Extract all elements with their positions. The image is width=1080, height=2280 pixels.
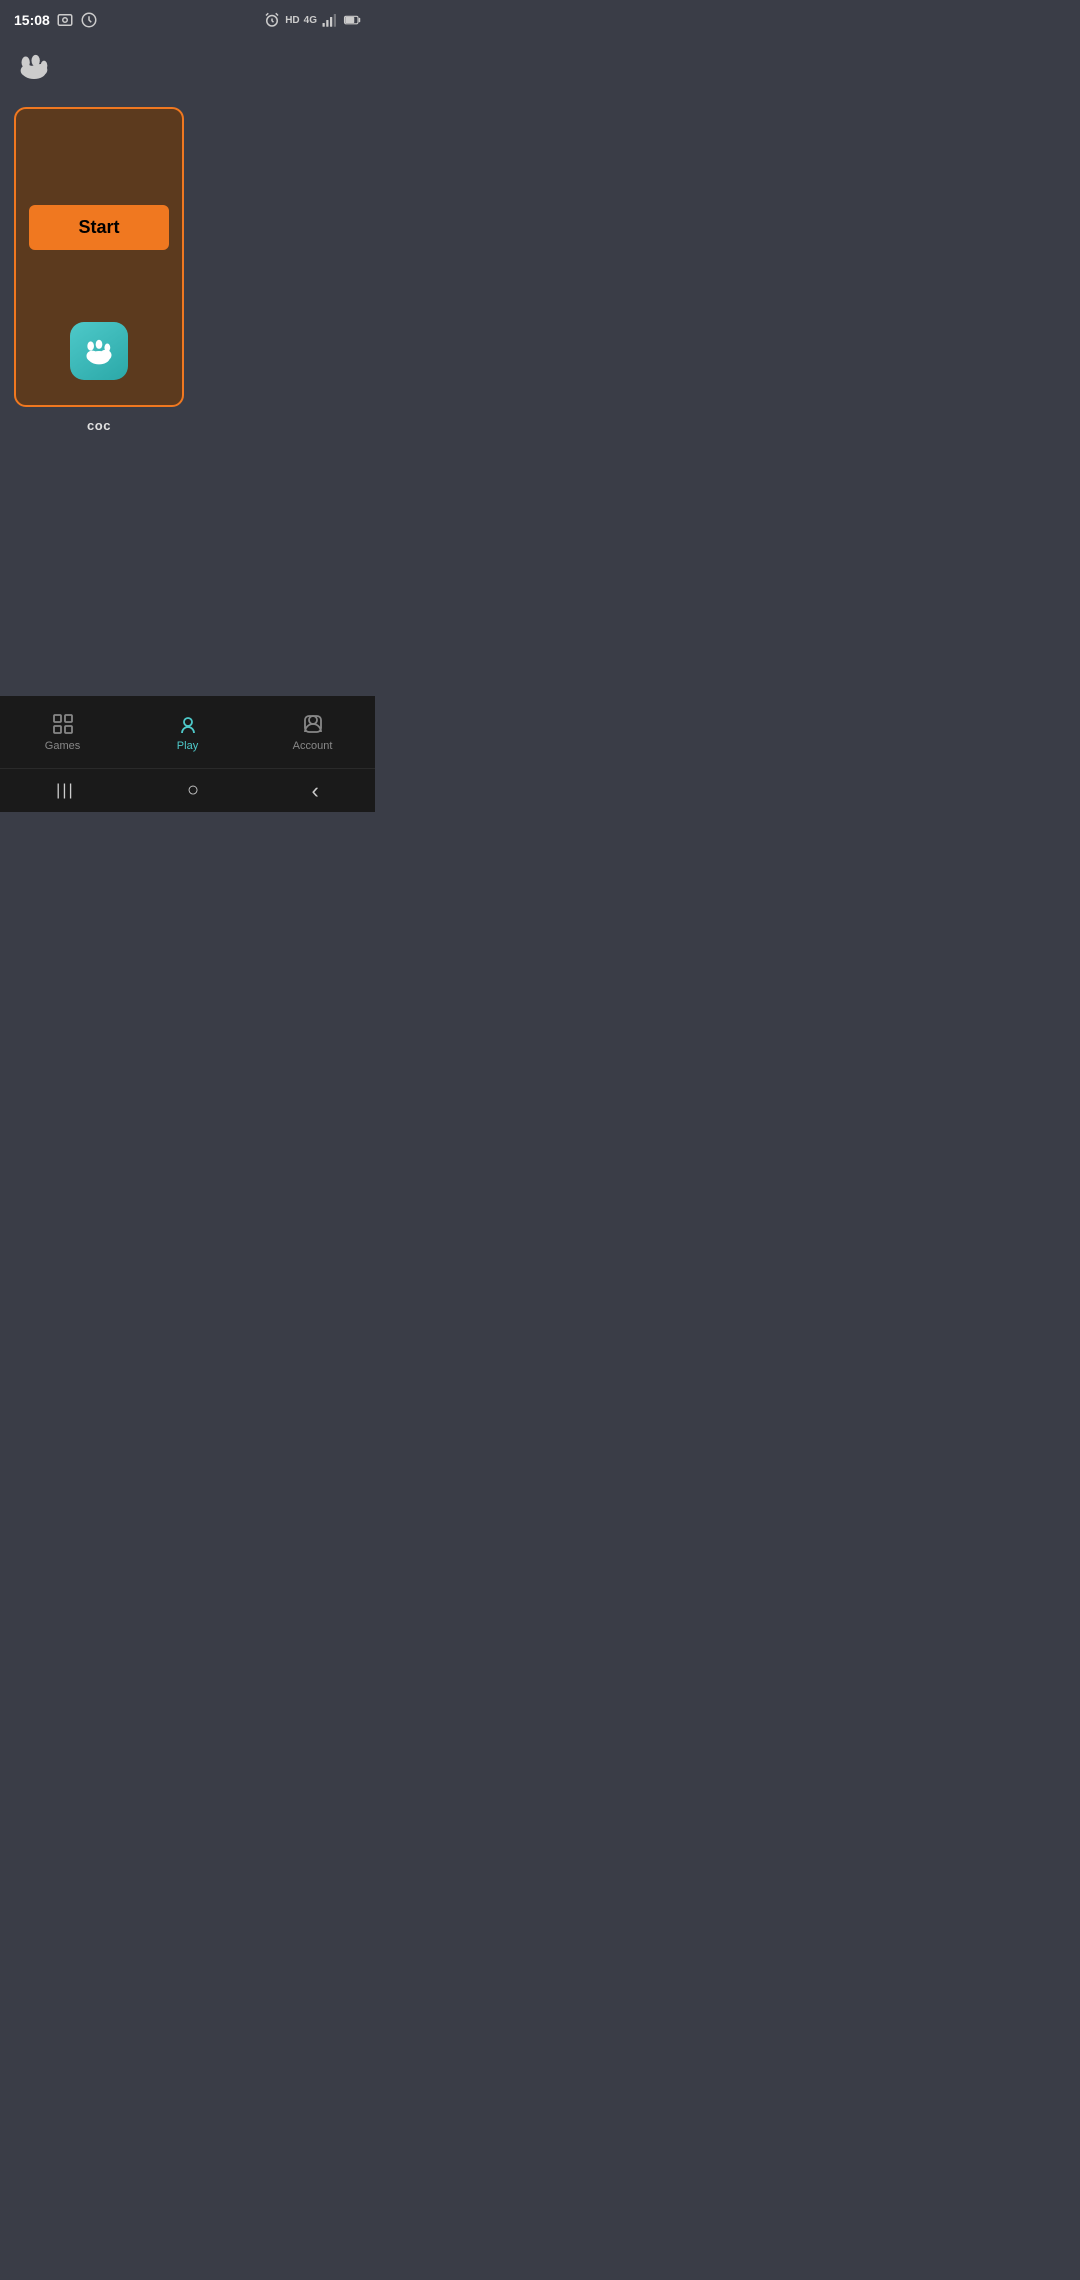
games-icon — [51, 712, 75, 736]
photo-icon — [56, 11, 74, 29]
paw-cloud-icon — [14, 44, 54, 84]
clock-icon — [80, 11, 98, 29]
nav-item-account[interactable]: Account — [250, 712, 375, 752]
signal-icon — [321, 11, 339, 29]
nav-label-games: Games — [45, 740, 80, 752]
top-logo-area — [0, 36, 375, 97]
back-button[interactable]: ‹ — [311, 778, 318, 804]
4g-label: 4G — [304, 15, 317, 26]
hd-label: HD — [285, 15, 299, 26]
game-icon-container: coc — [70, 322, 128, 433]
nav-label-play: Play — [177, 740, 198, 752]
recents-button[interactable]: ||| — [56, 782, 74, 800]
game-app-icon[interactable] — [70, 322, 128, 380]
game-label: coc — [87, 418, 111, 433]
game-card: Start coc — [14, 107, 184, 407]
system-nav: ||| ○ ‹ — [0, 768, 375, 812]
nav-item-games[interactable]: Games — [0, 712, 125, 752]
main-content: Start coc — [0, 97, 375, 696]
alarm-icon — [263, 11, 281, 29]
play-icon — [176, 712, 200, 736]
status-right: HD 4G — [263, 11, 361, 29]
battery-icon — [343, 11, 361, 29]
status-bar: 15:08 HD 4G — [0, 0, 375, 36]
nav-label-account: Account — [293, 740, 333, 752]
bottom-nav: Games Play Account — [0, 696, 375, 768]
paw-cloud-teal-icon — [79, 331, 119, 371]
nav-item-play[interactable]: Play — [125, 712, 250, 752]
home-button[interactable]: ○ — [187, 779, 199, 802]
status-left: 15:08 — [14, 11, 98, 29]
status-time: 15:08 — [14, 12, 50, 28]
start-button[interactable]: Start — [29, 205, 169, 250]
account-icon — [301, 712, 325, 736]
